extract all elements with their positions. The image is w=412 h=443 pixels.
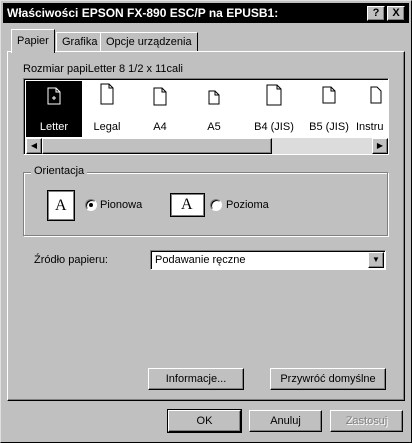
scroll-left-button[interactable]: ◀ xyxy=(26,138,42,154)
paper-item-a4[interactable]: A4 xyxy=(132,81,188,137)
paper-sheet-icon xyxy=(266,84,282,106)
paper-source-dropdown[interactable]: Podawanie ręczne ▼ xyxy=(150,250,386,270)
dropdown-arrow-button[interactable]: ▼ xyxy=(368,252,384,268)
tab-grafika-label: Grafika xyxy=(62,36,98,48)
tab-grafika[interactable]: Grafika xyxy=(56,32,104,52)
paper-sheet-icon xyxy=(322,86,336,104)
portrait-letter: A xyxy=(55,197,67,214)
paper-item-label: A5 xyxy=(207,121,221,133)
paper-size-list[interactable]: Letter Legal A4 A5 B4 (JIS) B5 (JIS) Ins… xyxy=(23,78,389,155)
apply-button[interactable]: Zastosuj xyxy=(330,410,403,432)
scroll-right-button[interactable]: ▶ xyxy=(372,138,388,154)
paper-list-scrollbar[interactable]: ◀ ▶ xyxy=(26,138,388,154)
tab-opcje-label: Opcje urządzenia xyxy=(106,36,192,48)
scroll-left-icon: ◀ xyxy=(30,141,38,150)
paper-sheet-icon xyxy=(208,90,220,105)
portrait-radio[interactable] xyxy=(85,199,97,211)
paper-item-label: B4 (JIS) xyxy=(254,121,294,133)
tab-papier-label: Papier xyxy=(17,35,49,47)
paper-item-a5[interactable]: A5 xyxy=(186,81,242,137)
landscape-letter: A xyxy=(181,196,193,213)
paper-source-label: Źródło papieru: xyxy=(34,254,108,266)
paper-sheet-icon xyxy=(100,83,114,105)
tab-opcje-urzadzenia[interactable]: Opcje urządzenia xyxy=(100,32,198,52)
orientation-group xyxy=(23,172,388,236)
paper-item-b4-jis[interactable]: B4 (JIS) xyxy=(246,81,302,137)
paper-item-legal[interactable]: Legal xyxy=(79,81,135,137)
scroll-right-icon: ▶ xyxy=(376,141,384,150)
paper-sheet-icon xyxy=(370,86,382,104)
paper-item-label: Letter xyxy=(39,121,69,133)
ok-button[interactable]: OK xyxy=(167,409,242,433)
chevron-down-icon: ▼ xyxy=(372,255,380,264)
cancel-button[interactable]: Anuluj xyxy=(249,410,322,432)
close-button[interactable]: X xyxy=(387,6,405,21)
orientation-group-label: Orientacja xyxy=(31,165,88,177)
paper-item-b5-jis[interactable]: B5 (JIS) xyxy=(301,81,357,137)
restore-defaults-button[interactable]: Przywróć domyślne xyxy=(270,368,386,390)
radio-dot xyxy=(89,203,93,207)
scroll-thumb[interactable] xyxy=(42,138,272,154)
info-button[interactable]: Informacje... xyxy=(148,368,244,390)
paper-item-label: A4 xyxy=(153,121,167,133)
help-button[interactable]: ? xyxy=(367,6,385,21)
paper-item-label: Instru xyxy=(356,121,384,133)
paper-item-letter[interactable]: Letter xyxy=(26,81,82,137)
paper-item-label: Legal xyxy=(93,121,121,133)
paper-sheet-icon xyxy=(47,87,61,105)
paper-sheet-icon xyxy=(153,87,167,106)
paper-size-label: Rozmiar papiLetter 8 1/2 x 11cali xyxy=(23,63,183,75)
paper-source-value: Podawanie ręczne xyxy=(155,254,246,266)
window-title: Właściwości EPSON FX-890 ESC/P na EPUSB1… xyxy=(7,6,279,20)
tab-papier[interactable]: Papier xyxy=(11,29,55,53)
landscape-radio[interactable] xyxy=(210,199,222,211)
paper-item-instru[interactable]: Instru xyxy=(354,81,388,137)
portrait-icon: A xyxy=(47,190,75,221)
landscape-icon: A xyxy=(170,193,205,217)
properties-dialog: Właściwości EPSON FX-890 ESC/P na EPUSB1… xyxy=(0,0,412,443)
paper-item-label: B5 (JIS) xyxy=(309,121,349,133)
landscape-label[interactable]: Pozioma xyxy=(226,199,269,211)
portrait-label[interactable]: Pionowa xyxy=(100,199,142,211)
title-bar[interactable]: Właściwości EPSON FX-890 ESC/P na EPUSB1… xyxy=(3,3,409,23)
